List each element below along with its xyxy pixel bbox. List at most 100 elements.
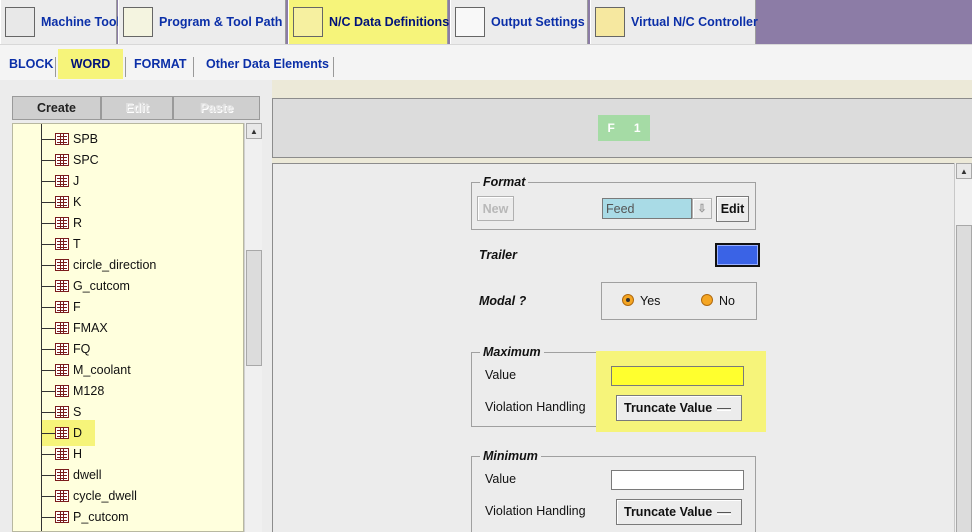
tree-item-f[interactable]: F <box>41 298 81 316</box>
trailer-color-swatch[interactable] <box>715 243 760 267</box>
maximum-group-title: Maximum <box>480 345 544 359</box>
tab-virtual-nc-controller[interactable]: Virtual N/C Controller <box>590 0 758 44</box>
tree-item-m-coolant[interactable]: M_coolant <box>41 361 131 379</box>
minimum-violation-dropdown[interactable]: Truncate Value <box>616 499 742 525</box>
tree-connector <box>41 495 55 497</box>
tree-connector <box>41 474 55 476</box>
tree-connector <box>41 327 55 329</box>
scroll-up-arrow-icon[interactable]: ▲ <box>956 163 972 179</box>
subtab-separator <box>55 57 56 77</box>
tree-item-label: K <box>73 195 82 209</box>
tree-connector <box>41 264 55 266</box>
properties-scrollbar[interactable]: ▲ <box>954 163 972 532</box>
tree-item-j[interactable]: J <box>41 172 79 190</box>
modal-yes-radio[interactable] <box>622 294 634 306</box>
tree-item-s[interactable]: S <box>41 403 81 421</box>
word-icon <box>55 196 69 208</box>
tree-item-t[interactable]: T <box>41 235 81 253</box>
tree-connector <box>41 390 55 392</box>
tree-item-label: T <box>73 237 81 251</box>
subtab-format[interactable]: FORMAT <box>128 51 193 77</box>
tree-item-spb[interactable]: SPB <box>41 130 98 148</box>
tree-connector <box>41 306 55 308</box>
tree-item-k[interactable]: K <box>41 193 81 211</box>
tree-item-label: FMAX <box>73 321 108 335</box>
word-tree[interactable]: SPB SPC J K R Tcircle_direction G_cutcom F FMAX F… <box>12 123 244 532</box>
word-icon <box>55 322 69 334</box>
tree-item-circle-direction[interactable]: circle_direction <box>41 256 156 274</box>
edit-button[interactable]: Edit <box>101 96 173 120</box>
word-icon <box>55 364 69 376</box>
tree-item-fq[interactable]: FQ <box>41 340 90 358</box>
minimum-group-title: Minimum <box>480 449 541 463</box>
trailer-label: Trailer <box>479 248 517 262</box>
tab-program-tool-path-label: Program & Tool Path <box>159 15 283 29</box>
tree-item-m128[interactable]: M128 <box>41 382 104 400</box>
word-icon <box>55 385 69 397</box>
word-icon <box>55 175 69 187</box>
modal-yes-label[interactable]: Yes <box>640 294 660 308</box>
tree-item-label: SPC <box>73 153 99 167</box>
tab-program-tool-path[interactable]: Program & Tool Path <box>118 0 286 44</box>
download-arrow-icon[interactable]: ⇩ <box>692 198 712 219</box>
tree-item-label: SPB <box>73 132 99 146</box>
tree-item-fmax[interactable]: FMAX <box>41 319 108 337</box>
dropdown-indicator-icon <box>717 408 731 411</box>
tree-item-g-cutcom[interactable]: G_cutcom <box>41 277 130 295</box>
word-icon <box>55 511 69 523</box>
tab-output-settings[interactable]: Output Settings <box>450 0 588 44</box>
new-format-button[interactable]: New <box>477 196 514 221</box>
word-icon <box>55 154 69 166</box>
virtual-controller-icon <box>595 7 625 37</box>
scroll-thumb[interactable] <box>246 250 262 366</box>
word-icon <box>55 280 69 292</box>
format-feed-field[interactable]: Feed <box>602 198 692 219</box>
minimum-value-input[interactable] <box>611 470 744 490</box>
tab-machine-tool-label: Machine Tool <box>41 15 120 29</box>
word-icon <box>55 238 69 250</box>
panel-splitter[interactable] <box>262 80 272 532</box>
maximum-violation-dropdown[interactable]: Truncate Value <box>616 395 742 421</box>
tree-item-d[interactable]: D <box>41 424 82 442</box>
maximum-value-input[interactable] <box>611 366 744 386</box>
sub-tab-bar: BLOCK WORD FORMAT Other Data Elements <box>0 44 972 80</box>
tree-item-dwell[interactable]: dwell <box>41 466 102 484</box>
tree-item-label: FQ <box>73 342 91 356</box>
word-icon <box>55 301 69 313</box>
scroll-up-arrow-icon[interactable]: ▲ <box>246 123 262 139</box>
word-icon <box>55 469 69 481</box>
subtab-block[interactable]: BLOCK <box>3 51 59 77</box>
tree-item-p-cutcom[interactable]: P_cutcom <box>41 508 129 526</box>
word-icon <box>55 490 69 502</box>
minimum-violation-value: Truncate Value <box>624 505 713 519</box>
tab-machine-tool[interactable]: Machine Tool <box>0 0 120 44</box>
tree-connector <box>41 159 55 161</box>
tree-connector <box>41 138 55 140</box>
tree-scrollbar[interactable]: ▲ <box>244 123 262 532</box>
tree-item-label: F <box>73 300 81 314</box>
tree-item-label: dwell <box>73 468 102 482</box>
modal-no-label[interactable]: No <box>719 294 735 308</box>
tab-nc-data-definitions[interactable]: N/C Data Definitions <box>288 0 449 44</box>
tree-item-h[interactable]: H <box>41 445 82 463</box>
printer-icon <box>455 7 485 37</box>
edit-format-button[interactable]: Edit <box>716 196 749 222</box>
subtab-other-data-elements[interactable]: Other Data Elements <box>200 51 335 77</box>
paste-button[interactable]: Paste <box>173 96 260 120</box>
tree-connector <box>41 285 55 287</box>
word-chip: F 1 <box>598 115 650 141</box>
tree-item-cycle-dwell[interactable]: cycle_dwell <box>41 487 137 505</box>
subtab-word[interactable]: WORD <box>58 49 123 79</box>
tree-item-r[interactable]: R <box>41 214 82 232</box>
word-chip-letter: F <box>607 121 615 135</box>
tree-connector <box>41 411 55 413</box>
tree-connector <box>41 201 55 203</box>
machine-tool-icon <box>5 7 35 37</box>
scroll-thumb[interactable] <box>956 225 972 532</box>
tree-item-label: G_cutcom <box>73 279 130 293</box>
modal-no-radio[interactable] <box>701 294 713 306</box>
tree-item-spc[interactable]: SPC <box>41 151 99 169</box>
dropdown-indicator-icon <box>717 512 731 515</box>
create-button[interactable]: Create <box>12 96 101 120</box>
tree-connector <box>41 222 55 224</box>
